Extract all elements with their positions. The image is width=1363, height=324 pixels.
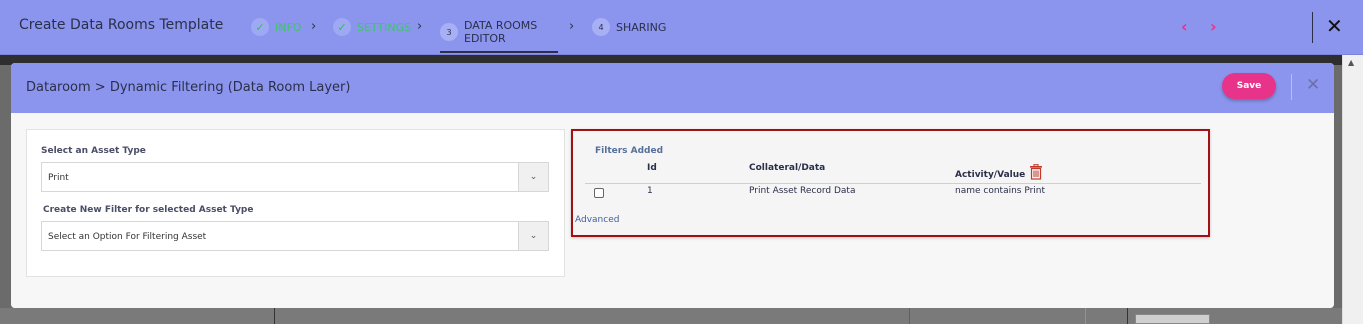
column-header-activity: Activity/Value bbox=[955, 170, 1026, 180]
step-settings-label: SETTINGS bbox=[357, 20, 412, 34]
step-editor-label: DATA ROOMS EDITOR bbox=[464, 19, 537, 45]
filters-added-title: Filters Added bbox=[595, 146, 664, 156]
filter-option-select[interactable]: Select an Option For Filtering Asset ⌄ bbox=[41, 221, 549, 251]
filters-added-panel: Filters Added Id Collateral/Data Activit… bbox=[571, 129, 1210, 237]
chevron-left-icon[interactable]: ‹ bbox=[1181, 17, 1188, 36]
row-activity: name contains Print bbox=[955, 186, 1046, 196]
chevron-right-icon[interactable]: › bbox=[1210, 17, 1217, 36]
chevron-down-icon[interactable]: ⌄ bbox=[518, 163, 548, 191]
close-icon[interactable]: ✕ bbox=[1326, 16, 1343, 36]
table-divider bbox=[585, 183, 1201, 184]
step-info[interactable]: ✓ INFO bbox=[251, 13, 301, 41]
step-sharing-label: SHARING bbox=[616, 20, 667, 34]
divider bbox=[1291, 74, 1292, 100]
step-number: 3 bbox=[440, 23, 458, 41]
modal-title: Dataroom > Dynamic Filtering (Data Room … bbox=[26, 80, 351, 95]
row-id: 1 bbox=[647, 186, 653, 196]
row-collateral: Print Asset Record Data bbox=[749, 186, 856, 196]
column-header-collateral: Collateral/Data bbox=[749, 163, 826, 173]
asset-type-value: Print bbox=[48, 173, 69, 183]
divider bbox=[1085, 308, 1086, 324]
modal-header: Dataroom > Dynamic Filtering (Data Room … bbox=[11, 63, 1334, 113]
app-title: Create Data Rooms Template bbox=[19, 17, 224, 33]
step-info-label: INFO bbox=[275, 20, 302, 34]
step-settings[interactable]: ✓ SETTINGS bbox=[333, 13, 411, 41]
background-input bbox=[1135, 314, 1210, 324]
divider bbox=[1312, 12, 1313, 43]
filter-option-placeholder: Select an Option For Filtering Asset bbox=[48, 232, 207, 242]
check-icon: ✓ bbox=[333, 18, 351, 36]
new-filter-label: Create New Filter for selected Asset Typ… bbox=[43, 205, 254, 215]
divider bbox=[274, 308, 275, 324]
step-editor-label-line1: DATA ROOMS bbox=[464, 19, 538, 32]
close-icon[interactable]: ✕ bbox=[1306, 77, 1320, 94]
step-data-rooms-editor[interactable]: 3 DATA ROOMS EDITOR bbox=[440, 13, 558, 53]
save-button[interactable]: Save bbox=[1222, 73, 1276, 99]
chevron-right-icon: › bbox=[569, 19, 575, 34]
advanced-link[interactable]: Advanced bbox=[575, 215, 619, 225]
chevron-right-icon: › bbox=[311, 19, 317, 34]
wizard-header: Create Data Rooms Template ✓ INFO › ✓ SE… bbox=[0, 0, 1363, 55]
divider bbox=[1127, 308, 1128, 324]
step-number: 4 bbox=[592, 18, 610, 36]
asset-filter-form: Select an Asset Type Print ⌄ Create New … bbox=[26, 129, 565, 277]
row-checkbox[interactable] bbox=[594, 188, 604, 198]
chevron-down-icon[interactable]: ⌄ bbox=[518, 222, 548, 250]
step-editor-label-line2: EDITOR bbox=[464, 32, 506, 45]
asset-type-select[interactable]: Print ⌄ bbox=[41, 162, 549, 192]
modal-body: Select an Asset Type Print ⌄ Create New … bbox=[11, 113, 1334, 308]
page-scrollbar[interactable]: ▲ bbox=[1342, 55, 1363, 324]
asset-type-label: Select an Asset Type bbox=[41, 146, 146, 156]
column-header-id: Id bbox=[647, 163, 657, 173]
chevron-right-icon: › bbox=[417, 19, 423, 34]
scroll-up-icon[interactable]: ▲ bbox=[1348, 58, 1354, 67]
step-sharing[interactable]: 4 SHARING bbox=[592, 13, 666, 41]
trash-icon[interactable] bbox=[1029, 164, 1043, 180]
dynamic-filtering-modal: Dataroom > Dynamic Filtering (Data Room … bbox=[11, 63, 1334, 308]
check-icon: ✓ bbox=[251, 18, 269, 36]
divider bbox=[909, 308, 910, 324]
